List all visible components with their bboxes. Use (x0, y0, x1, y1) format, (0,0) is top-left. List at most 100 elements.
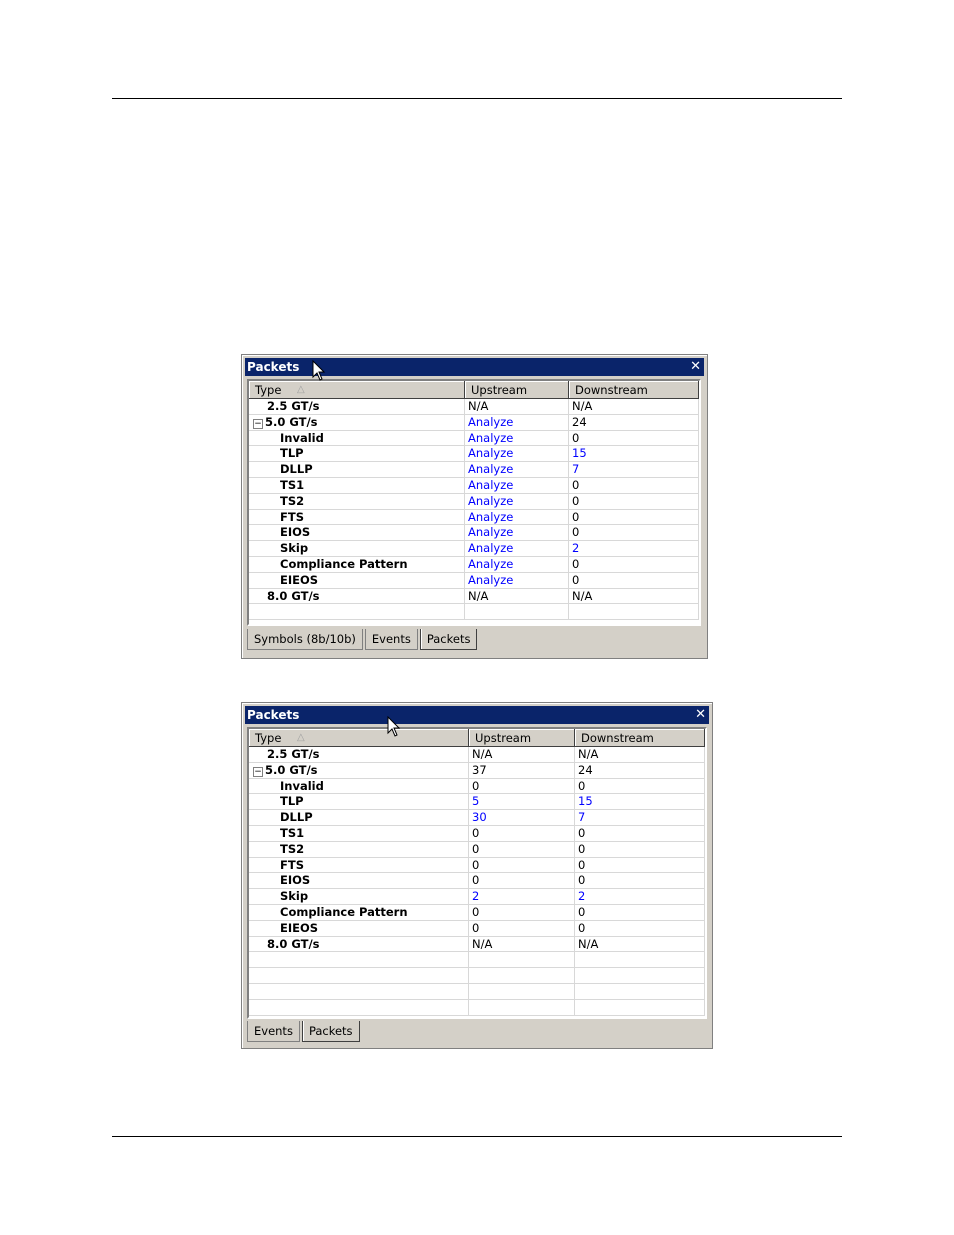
upstream-cell[interactable]: Analyze (465, 572, 569, 588)
downstream-cell[interactable]: 15 (575, 794, 705, 810)
table-row[interactable] (249, 983, 705, 1000)
column-header-type[interactable]: Type △ (249, 381, 465, 399)
upstream-cell: 0 (469, 841, 575, 857)
column-header-downstream[interactable]: Downstream (569, 381, 699, 399)
tab-symbols-8b-10b[interactable]: Symbols (8b/10b) (247, 629, 363, 650)
table-row[interactable]: Invalid 0 0 (249, 778, 705, 795)
type-label: 2.5 GT/s (267, 747, 320, 761)
table-row[interactable]: 2.5 GT/s N/A N/A (249, 747, 705, 763)
tab-events[interactable]: Events (247, 1021, 300, 1042)
collapse-icon[interactable]: − (253, 766, 263, 777)
type-label: TLP (280, 794, 304, 809)
upstream-cell[interactable]: 2 (469, 889, 575, 904)
table-row[interactable]: TLP Analyze 15 (249, 446, 699, 463)
upstream-cell[interactable]: Analyze (465, 430, 569, 446)
packets-grid[interactable]: Type △ Upstream Downstream 2.5 GT/s N/A N/A… (247, 379, 701, 626)
downstream-cell[interactable]: 2 (575, 889, 705, 904)
type-cell: 8.0 GT/s (249, 936, 469, 952)
table-row[interactable]: TLP 5 15 (249, 794, 705, 811)
header-rule (112, 98, 842, 99)
upstream-cell[interactable]: Analyze (465, 462, 569, 477)
table-row[interactable]: 2.5 GT/s N/A N/A (249, 399, 699, 415)
type-cell (249, 952, 469, 968)
table-row[interactable]: DLLP 30 7 (249, 810, 705, 826)
type-cell: TS2 (249, 841, 469, 857)
column-header-downstream[interactable]: Downstream (575, 729, 705, 747)
table-row[interactable]: TS2 0 0 (249, 841, 705, 858)
type-cell: TLP (249, 794, 469, 810)
table-row[interactable]: −5.0 GT/s 37 24 (249, 762, 705, 779)
column-header-type[interactable]: Type △ (249, 729, 469, 747)
type-cell: −5.0 GT/s (249, 414, 465, 430)
upstream-cell[interactable]: Analyze (465, 477, 569, 493)
type-label: Compliance Pattern (280, 556, 408, 571)
type-label: Skip (280, 889, 309, 904)
tab-packets[interactable]: Packets (419, 629, 478, 650)
packets-grid[interactable]: Type △ Upstream Downstream 2.5 GT/s N/A N/A… (247, 727, 707, 1019)
downstream-cell: 0 (569, 572, 699, 588)
type-cell: DLLP (249, 810, 469, 825)
downstream-cell[interactable]: 2 (569, 541, 699, 556)
upstream-cell[interactable]: Analyze (465, 509, 569, 525)
type-label: EIEOS (280, 920, 319, 935)
type-label: 2.5 GT/s (267, 399, 320, 413)
downstream-cell[interactable]: 7 (575, 810, 705, 825)
collapse-icon[interactable]: − (253, 418, 263, 429)
downstream-cell: 0 (569, 477, 699, 493)
table-row[interactable]: TS1 0 0 (249, 825, 705, 842)
sort-asc-icon: △ (297, 384, 305, 395)
upstream-cell[interactable]: 5 (469, 794, 575, 810)
upstream-cell[interactable]: Analyze (465, 556, 569, 572)
table-row[interactable]: 8.0 GT/s N/A N/A (249, 936, 705, 953)
close-icon[interactable]: ✕ (690, 358, 701, 376)
table-row[interactable]: TS1 Analyze 0 (249, 477, 699, 494)
table-row[interactable]: FTS Analyze 0 (249, 509, 699, 526)
table-row[interactable] (249, 999, 705, 1016)
close-icon[interactable]: ✕ (695, 706, 706, 724)
upstream-cell: N/A (465, 588, 569, 604)
type-cell: TS1 (249, 477, 465, 493)
upstream-cell[interactable]: 30 (469, 810, 575, 825)
upstream-cell[interactable]: Analyze (465, 493, 569, 509)
table-row[interactable]: Compliance Pattern 0 0 (249, 904, 705, 921)
table-row[interactable]: EIOS Analyze 0 (249, 525, 699, 542)
upstream-cell[interactable]: Analyze (465, 446, 569, 462)
upstream-cell: N/A (469, 936, 575, 952)
packets-panel-2: Packets ✕ Type △ Upstream Downstream 2.5 … (241, 702, 713, 1049)
downstream-cell[interactable]: 15 (569, 446, 699, 462)
table-row[interactable]: EIEOS Analyze 0 (249, 572, 699, 589)
panel-title: Packets (247, 708, 300, 722)
upstream-cell[interactable]: Analyze (465, 525, 569, 541)
type-label: TS2 (280, 841, 305, 856)
table-row[interactable]: Invalid Analyze 0 (249, 430, 699, 447)
table-row[interactable] (249, 968, 705, 984)
upstream-cell[interactable]: Analyze (465, 541, 569, 556)
upstream-cell (469, 999, 575, 1015)
panel-title: Packets (247, 360, 300, 374)
table-row[interactable]: EIEOS 0 0 (249, 920, 705, 937)
table-row[interactable]: EIOS 0 0 (249, 873, 705, 890)
table-row[interactable]: 8.0 GT/s N/A N/A (249, 588, 699, 605)
downstream-cell[interactable]: 7 (569, 462, 699, 477)
table-row[interactable]: Skip Analyze 2 (249, 541, 699, 557)
column-header-upstream[interactable]: Upstream (465, 381, 569, 399)
upstream-cell: 0 (469, 857, 575, 873)
tab-events[interactable]: Events (364, 629, 418, 650)
table-row[interactable]: −5.0 GT/s Analyze 24 (249, 414, 699, 431)
table-row[interactable]: TS2 Analyze 0 (249, 493, 699, 510)
table-row[interactable]: FTS 0 0 (249, 857, 705, 874)
table-row[interactable]: DLLP Analyze 7 (249, 462, 699, 478)
table-row[interactable]: Skip 2 2 (249, 889, 705, 905)
type-label: EIEOS (280, 572, 319, 587)
upstream-cell[interactable]: Analyze (465, 414, 569, 430)
tab-packets[interactable]: Packets (301, 1021, 360, 1042)
table-row[interactable] (249, 952, 705, 969)
table-row[interactable] (249, 604, 699, 621)
table-row[interactable]: Compliance Pattern Analyze 0 (249, 556, 699, 573)
column-header-upstream[interactable]: Upstream (469, 729, 575, 747)
upstream-cell: 0 (469, 873, 575, 889)
upstream-cell (469, 983, 575, 999)
panel-title-bar[interactable]: Packets ✕ (245, 706, 709, 724)
downstream-cell: 0 (569, 493, 699, 509)
type-cell: EIEOS (249, 572, 465, 588)
